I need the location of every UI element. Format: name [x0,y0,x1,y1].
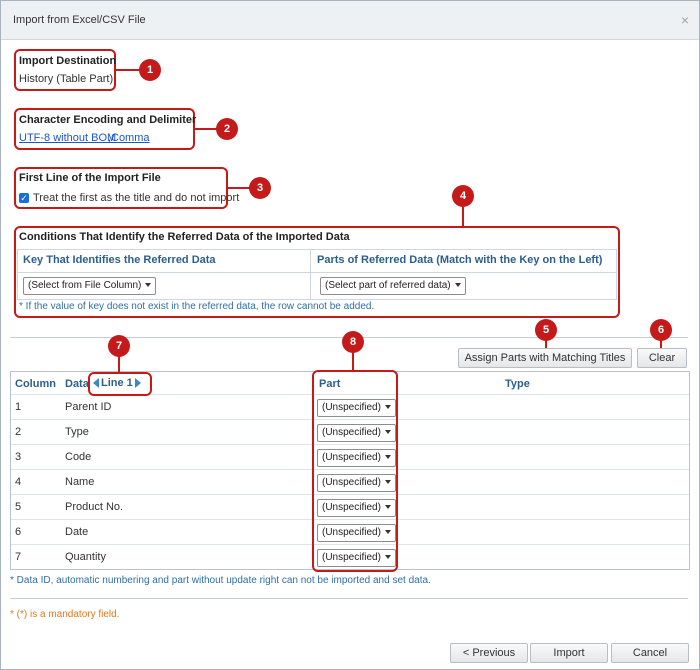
part-column-box [312,370,398,572]
annotation-connector [118,356,120,373]
import-destination-value: History (Table Part) [19,73,114,85]
annotation-badge-6: 6 [650,319,672,341]
dialog-title: Import from Excel/CSV File [13,14,146,26]
row-data-value: Code [65,451,92,463]
first-line-heading: First Line of the Import File [19,172,161,184]
previous-button[interactable]: < Previous [450,643,528,663]
close-icon[interactable]: × [681,12,689,28]
row-data-value: Product No. [65,501,124,513]
encoding-heading: Character Encoding and Delimiter [19,114,197,126]
key-column-select[interactable]: (Select from File Column) [23,277,157,295]
annotation-connector [352,352,354,371]
row-column-number: 2 [15,426,22,438]
annotation-badge-2: 2 [216,118,238,140]
header-data: Data [65,378,89,390]
row-data-value: Parent ID [65,401,112,413]
annotation-badge-5: 5 [535,319,557,341]
row-column-number: 7 [15,551,22,563]
annotation-badge-1: 1 [139,59,161,81]
row-column-number: 5 [15,501,22,513]
annotation-connector [226,187,250,189]
import-destination-heading: Import Destination [19,55,117,67]
annotation-badge-3: 3 [249,177,271,199]
header-column: Column [15,378,56,390]
assign-parts-button[interactable]: Assign Parts with Matching Titles [458,348,632,368]
row-data-value: Type [65,426,89,438]
line-navigator: Line 1 [91,377,143,389]
cancel-button[interactable]: Cancel [611,643,689,663]
delimiter-link[interactable]: Comma [111,132,150,144]
clear-button[interactable]: Clear [637,348,687,368]
mandatory-note: * (*) is a mandatory field. [10,609,120,620]
mapping-note: * Data ID, automatic numbering and part … [10,575,431,586]
referred-part-select[interactable]: (Select part of referred data) [320,277,466,295]
annotation-connector [193,128,217,130]
row-column-number: 1 [15,401,22,413]
import-button[interactable]: Import [530,643,608,663]
next-line-icon[interactable] [134,378,141,388]
annotation-badge-4: 4 [452,185,474,207]
row-data-value: Name [65,476,95,488]
conditions-note: * If the value of key does not exist in … [19,301,375,312]
header-type: Type [505,378,530,390]
dialog-titlebar: Import from Excel/CSV File × [1,1,699,40]
row-column-number: 6 [15,526,22,538]
conditions-col-key: Key That Identifies the Referred Data [23,254,216,266]
row-column-number: 3 [15,451,22,463]
annotation-connector [114,69,140,71]
annotation-connector [462,207,464,227]
conditions-heading: Conditions That Identify the Referred Da… [19,231,350,243]
row-data-value: Date [65,526,89,538]
previous-line-icon[interactable] [93,378,99,388]
first-line-checkbox-label: Treat the first as the title and do not … [33,192,240,204]
annotation-badge-7: 7 [108,335,130,357]
row-column-number: 4 [15,476,22,488]
line-label: Line 1 [101,377,133,389]
conditions-col-parts: Parts of Referred Data (Match with the K… [317,254,603,266]
annotation-badge-8: 8 [342,331,364,353]
divider [10,598,688,599]
row-data-value: Quantity [65,551,106,563]
encoding-link[interactable]: UTF-8 without BOM [19,132,116,144]
first-line-checkbox[interactable]: ✓ [19,193,29,203]
